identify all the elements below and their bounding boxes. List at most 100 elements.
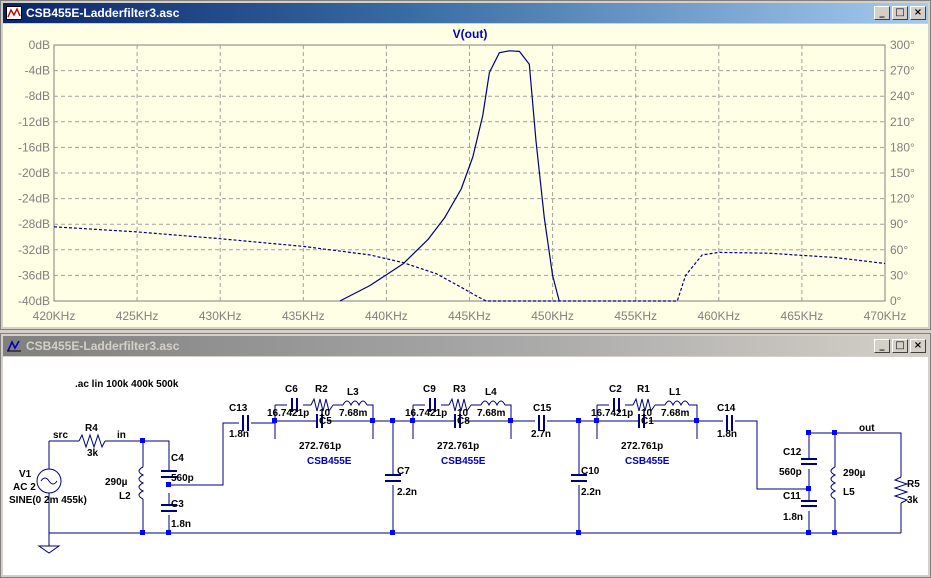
schematic-app-icon: [7, 340, 21, 352]
c5-val: 272.761p: [299, 441, 341, 452]
minimize-button[interactable]: _: [874, 6, 890, 20]
x-tick-label: 430KHz: [199, 309, 242, 323]
c11-val: 1.8n: [783, 512, 803, 523]
net-label-src: src: [53, 430, 68, 441]
schematic-drawing[interactable]: .ac lin 100k 400k 500k src in out V1 AC …: [3, 357, 928, 575]
x1-ref: CSB455E: [307, 456, 352, 467]
right-tick-label: 90°: [890, 217, 908, 231]
right-tick-label: 270°: [890, 64, 915, 78]
l2-name: L2: [119, 491, 131, 502]
c9-name: C9: [423, 384, 436, 395]
trace-label[interactable]: V(out): [453, 27, 488, 41]
wires: [48, 404, 902, 534]
plot-grid: [53, 44, 886, 302]
c7-val: 2.2n: [397, 487, 417, 498]
c6-name: C6: [285, 384, 298, 395]
schematic-window[interactable]: CSB455E-Ladderfilter3.asc _ □ × .ac lin …: [0, 333, 931, 578]
net-label-out: out: [859, 423, 875, 434]
r2-name: R2: [315, 384, 328, 395]
c12-val: 560p: [779, 467, 802, 478]
c5-name: C5: [319, 416, 332, 427]
left-tick-label: -32dB: [18, 243, 50, 257]
left-tick-label: -28dB: [18, 217, 50, 231]
l4-name: L4: [485, 387, 497, 398]
schematic-titlebar[interactable]: CSB455E-Ladderfilter3.asc _ □ ×: [3, 336, 928, 356]
right-tick-label: 180°: [890, 140, 915, 154]
c4-name: C4: [171, 453, 184, 464]
left-tick-label: -16dB: [18, 140, 50, 154]
right-tick-label: 150°: [890, 166, 915, 180]
minimize-button[interactable]: _: [874, 339, 890, 353]
c11-name: C11: [783, 491, 801, 502]
x-tick-label: 470KHz: [864, 309, 907, 323]
schematic-window-title: CSB455E-Ladderfilter3.asc: [26, 339, 180, 353]
right-tick-label: 210°: [890, 115, 915, 129]
left-tick-label: -40dB: [18, 294, 50, 308]
r5-val: 3k: [907, 495, 919, 506]
x3-ref: CSB455E: [625, 456, 670, 467]
c4-val: 560p: [171, 473, 194, 484]
close-button[interactable]: ×: [910, 339, 926, 353]
l5-name: L5: [843, 487, 855, 498]
x-tick-label: 420KHz: [33, 309, 76, 323]
x-tick-label: 445KHz: [448, 309, 491, 323]
spice-directive[interactable]: .ac lin 100k 400k 500k: [75, 379, 179, 390]
c3-val: 1.8n: [171, 519, 191, 530]
c13-name: C13: [229, 403, 248, 414]
right-tick-label: 120°: [890, 192, 915, 206]
v1-name: V1: [19, 469, 32, 480]
c14-name: C14: [717, 403, 736, 414]
right-tick-label: 30°: [890, 268, 908, 282]
left-tick-label: -12dB: [18, 115, 50, 129]
close-button[interactable]: ×: [910, 6, 926, 20]
x-tick-label: 440KHz: [365, 309, 408, 323]
x-tick-label: 455KHz: [614, 309, 657, 323]
waveform-plot[interactable]: V(out) 0dB -4dB -8dB -12dB -16dB -20dB -24dB -2…: [3, 24, 928, 327]
x-tick-label: 465KHz: [781, 309, 824, 323]
schematic-canvas[interactable]: .ac lin 100k 400k 500k src in out V1 AC …: [3, 357, 928, 575]
c15-val: 2.7n: [531, 429, 551, 440]
left-tick-label: 0dB: [29, 38, 50, 52]
c12-name: C12: [783, 447, 802, 458]
left-tick-label: -36dB: [18, 268, 50, 282]
waveform-window-title: CSB455E-Ladderfilter3.asc: [26, 6, 180, 20]
c9-val: 16.7421p: [405, 408, 447, 419]
c1-name: C1: [641, 416, 654, 427]
l1-val: 7.68m: [661, 408, 689, 419]
c8-val: 272.761p: [437, 441, 479, 452]
c13-val: 1.8n: [229, 429, 249, 440]
waveform-window[interactable]: CSB455E-Ladderfilter3.asc _ □ × V(out) 0…: [0, 0, 931, 330]
x-axis-ticks: 420KHz 425KHz 430KHz 435KHz 440KHz 445KHz 450K…: [33, 309, 907, 323]
waveform-titlebar[interactable]: CSB455E-Ladderfilter3.asc _ □ ×: [3, 3, 928, 23]
net-label-in: in: [117, 430, 126, 441]
left-tick-label: -24dB: [18, 192, 50, 206]
right-tick-label: 0°: [890, 294, 902, 308]
r5-name: R5: [907, 479, 920, 490]
r4-name: R4: [85, 423, 98, 434]
waveform-plot-pane[interactable]: V(out) 0dB -4dB -8dB -12dB -16dB -20dB -24dB -2…: [3, 24, 928, 327]
r3-name: R3: [453, 384, 466, 395]
x-tick-label: 435KHz: [282, 309, 325, 323]
l3-name: L3: [347, 387, 359, 398]
r1-name: R1: [637, 384, 650, 395]
c10-val: 2.2n: [581, 487, 601, 498]
r4-val: 3k: [87, 448, 99, 459]
left-axis-ticks: 0dB -4dB -8dB -12dB -16dB -20dB -24dB -28dB -32d…: [18, 38, 50, 308]
l3-val: 7.68m: [339, 408, 367, 419]
c15-name: C15: [533, 403, 552, 414]
maximize-button[interactable]: □: [892, 339, 908, 353]
right-tick-label: 60°: [890, 243, 908, 257]
l1-name: L1: [669, 387, 681, 398]
c2-name: C2: [609, 384, 622, 395]
right-tick-label: 300°: [890, 38, 915, 52]
c1-val: 272.761p: [621, 441, 663, 452]
x-tick-label: 425KHz: [116, 309, 159, 323]
l4-val: 7.68m: [477, 408, 505, 419]
maximize-button[interactable]: □: [892, 6, 908, 20]
waveform-app-icon: [6, 6, 22, 20]
c8-name: C8: [457, 416, 470, 427]
c2-val: 16.7421p: [591, 408, 633, 419]
c10-name: C10: [581, 466, 600, 477]
c7-name: C7: [397, 466, 410, 477]
x-tick-label: 460KHz: [697, 309, 740, 323]
